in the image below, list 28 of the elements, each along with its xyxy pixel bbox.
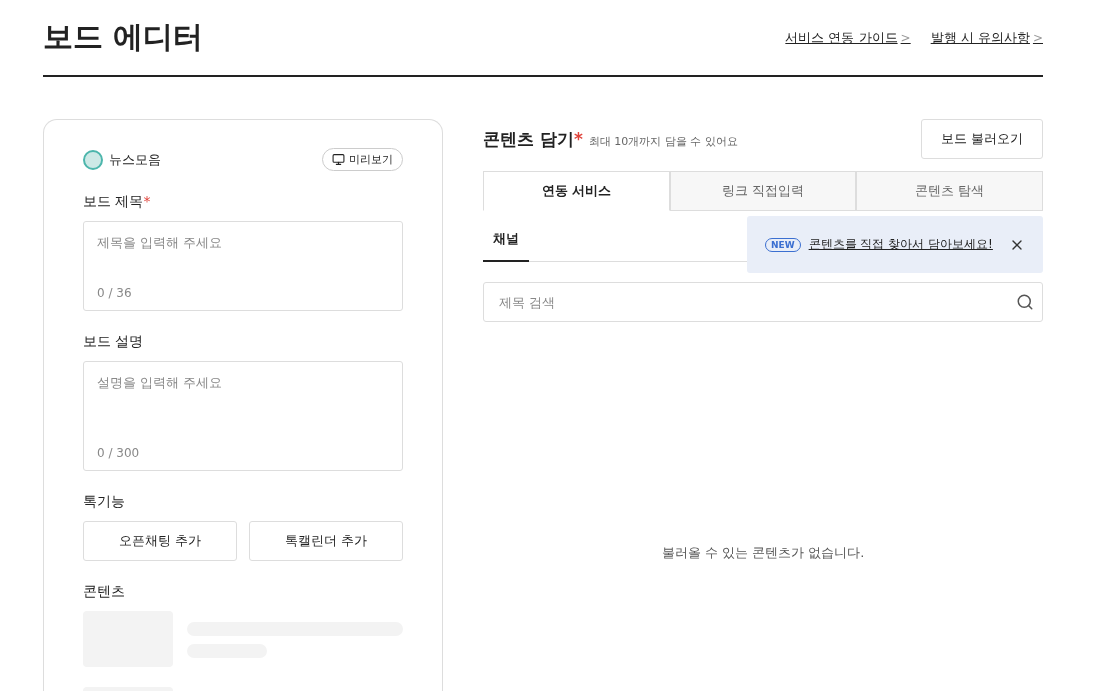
tab[interactable]: 콘텐츠 탐색 (856, 171, 1043, 211)
add-feature-button[interactable]: 톡캘린더 추가 (249, 521, 403, 561)
panel-title: 콘텐츠 담기* (483, 128, 583, 149)
channel-avatar (83, 149, 103, 170)
tooltip-link[interactable]: 콘텐츠를 직접 찾아서 담아보세요! (808, 236, 993, 253)
section-label: 콘텐츠 (83, 583, 126, 601)
title-field[interactable]: 제목을 입력해 주세요 0 / 36 (83, 221, 403, 311)
field-label: 보드 설명 (83, 333, 145, 351)
header-link[interactable]: 서비스 연동 가이드 > (785, 28, 911, 47)
preview-button[interactable]: 미리보기 (322, 148, 403, 171)
tab[interactable]: 링크 직접입력 (669, 171, 857, 211)
search-field[interactable]: 제목 검색 (483, 282, 1043, 322)
panel-hint: 최대 10개까지 담을 수 있어요 (588, 134, 738, 148)
empty-message: 불러올 수 있는 콘텐츠가 없습니다. (660, 544, 866, 562)
page-title: 보드 에디터 (43, 18, 204, 56)
description-field[interactable]: 설명을 입력해 주세요 0 / 300 (83, 361, 403, 471)
field-label: 보드 제목* (83, 193, 152, 211)
load-board-button[interactable]: 보드 불러오기 (920, 119, 1043, 159)
search-icon[interactable] (1016, 293, 1034, 311)
monitor-icon (332, 153, 345, 166)
section-label: 톡기능 (83, 493, 126, 511)
character-counter: 0 / 300 (97, 446, 141, 460)
character-counter: 0 / 36 (97, 286, 133, 300)
channel-name: 뉴스모음 (109, 150, 161, 169)
tab[interactable]: 연동 서비스 (483, 171, 670, 211)
add-feature-button[interactable]: 오픈채팅 추가 (83, 521, 237, 561)
header-link[interactable]: 발행 시 유의사항 > (930, 28, 1043, 47)
sub-tab[interactable]: 채널 (483, 230, 529, 262)
